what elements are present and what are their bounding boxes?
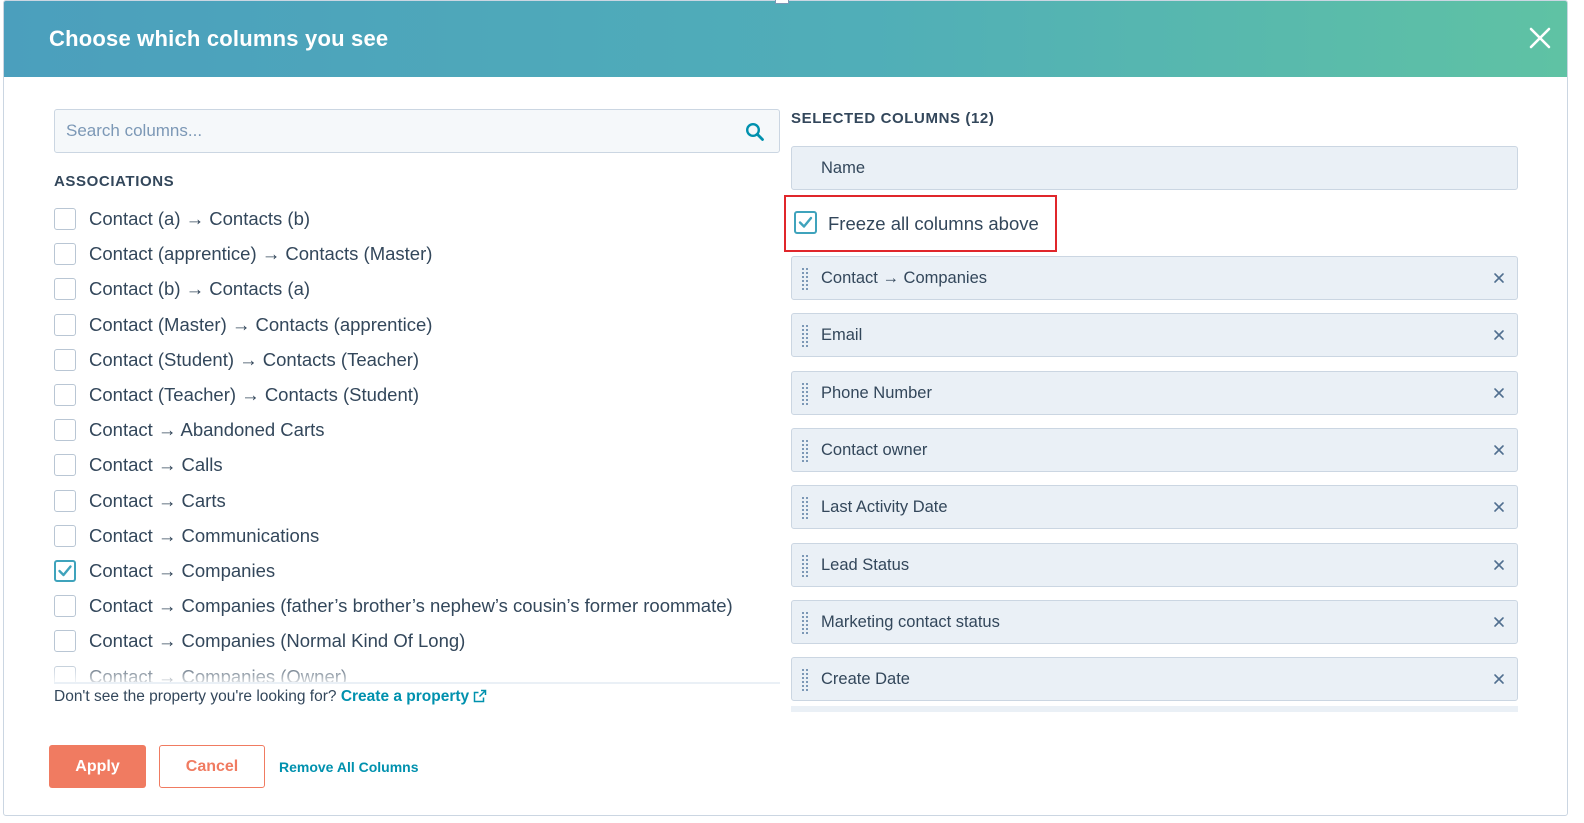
drag-handle-icon[interactable]	[802, 325, 808, 348]
association-item[interactable]: Contact (apprentice) → Contacts (Master)	[54, 239, 432, 269]
association-item[interactable]: Contact → Companies (Owner)	[54, 662, 347, 684]
checkbox[interactable]	[54, 384, 76, 406]
checkbox[interactable]	[54, 454, 76, 477]
column-label: Marketing contact status	[821, 612, 1000, 631]
checkbox[interactable]	[54, 419, 76, 442]
association-item[interactable]: Contact (b) → Contacts (a)	[54, 274, 310, 304]
drag-handle-icon[interactable]	[802, 554, 808, 577]
association-label[interactable]: Contact (Teacher) → Contacts (Student)	[89, 384, 419, 406]
checkbox[interactable]	[54, 595, 76, 618]
association-label[interactable]: Contact → Abandoned Carts	[89, 419, 325, 441]
selected-column-item[interactable]: Contact → Companies	[791, 256, 1518, 300]
remove-column-icon[interactable]	[1491, 442, 1507, 458]
associations-list[interactable]: Contact (a) → Contacts (b) Contact (appre…	[54, 200, 780, 684]
selected-column-item[interactable]: Phone Number	[791, 370, 1518, 415]
list-divider	[54, 682, 780, 684]
fixed-column-name: Name	[791, 146, 1518, 190]
associations-heading: ASSOCIATIONS	[54, 173, 175, 190]
association-label[interactable]: Contact → Companies (father’s brother’s …	[89, 595, 733, 617]
association-item[interactable]: Contact → Companies (father’s brother’s …	[54, 591, 733, 621]
external-link-icon	[473, 689, 487, 708]
association-label[interactable]: Contact (apprentice) → Contacts (Master)	[89, 243, 432, 265]
association-label[interactable]: Contact → Communications	[89, 525, 319, 547]
search-field[interactable]	[54, 109, 780, 153]
association-item[interactable]: Contact → Abandoned Carts	[54, 415, 325, 445]
remove-column-icon[interactable]	[1491, 327, 1507, 343]
search-input[interactable]	[55, 110, 735, 152]
close-icon[interactable]	[1527, 25, 1553, 51]
drag-handle-icon[interactable]	[802, 497, 808, 520]
association-item[interactable]: Contact → Companies	[54, 556, 275, 586]
column-label: Contact → Companies	[821, 269, 987, 287]
remove-column-icon[interactable]	[1491, 499, 1507, 515]
column-chooser-modal: Choose which columns you see ASSOCIATION…	[3, 0, 1568, 816]
apply-button[interactable]: Apply	[49, 745, 146, 788]
column-label: Last Activity Date	[821, 498, 948, 517]
remove-column-icon[interactable]	[1491, 385, 1507, 401]
association-label[interactable]: Contact → Carts	[89, 490, 226, 512]
drag-handle-icon[interactable]	[802, 669, 808, 692]
checkbox[interactable]	[54, 489, 76, 512]
checkbox-checked[interactable]	[54, 560, 76, 582]
remove-column-icon[interactable]	[1491, 671, 1507, 687]
column-label: Name	[821, 159, 866, 177]
remove-all-columns-button[interactable]: Remove All Columns	[279, 759, 419, 775]
selected-column-item[interactable]: Create Date	[791, 657, 1518, 702]
drag-handle-icon[interactable]	[802, 439, 808, 462]
column-label: Contact owner	[821, 440, 928, 459]
association-label[interactable]: Contact → Calls	[89, 454, 223, 476]
checkbox[interactable]	[54, 348, 76, 371]
association-item[interactable]: Contact → Calls	[54, 450, 223, 480]
help-text: Don't see the property you're looking fo…	[54, 688, 487, 708]
create-property-link[interactable]: Create a property	[341, 688, 487, 705]
association-item[interactable]: Contact (Student) → Contacts (Teacher)	[54, 345, 419, 375]
checkbox[interactable]	[54, 630, 76, 653]
association-label[interactable]: Contact → Companies	[89, 560, 275, 582]
help-message: Don't see the property you're looking fo…	[54, 688, 337, 705]
checkbox[interactable]	[54, 524, 76, 547]
association-label[interactable]: Contact (a) → Contacts (b)	[89, 208, 310, 230]
remove-column-icon[interactable]	[1491, 270, 1507, 286]
association-item[interactable]: Contact → Companies (Normal Kind Of Long…	[54, 626, 465, 656]
freeze-columns-highlight: Freeze all columns above	[784, 195, 1057, 252]
remove-column-icon[interactable]	[1491, 557, 1507, 573]
drag-handle-icon[interactable]	[802, 268, 808, 290]
association-item[interactable]: Contact → Communications	[54, 521, 319, 551]
selected-columns-heading: SELECTED COLUMNS (12)	[791, 110, 995, 127]
association-label[interactable]: Contact (Student) → Contacts (Teacher)	[89, 349, 419, 371]
selected-column-item[interactable]: Email	[791, 313, 1518, 358]
selected-list-edge	[791, 706, 1518, 712]
checkbox[interactable]	[54, 278, 76, 301]
association-label[interactable]: Contact → Companies (Normal Kind Of Long…	[89, 630, 465, 652]
checkbox[interactable]	[54, 208, 76, 230]
association-label[interactable]: Contact (Master) → Contacts (apprentice)	[89, 314, 432, 336]
search-icon[interactable]	[745, 122, 765, 142]
selected-column-item[interactable]: Lead Status	[791, 542, 1518, 587]
selected-column-item[interactable]: Marketing contact status	[791, 599, 1518, 644]
create-property-label: Create a property	[340, 688, 470, 705]
resize-handle[interactable]	[775, 0, 789, 4]
column-label: Phone Number	[821, 383, 932, 402]
column-label: Email	[821, 326, 863, 345]
checkbox[interactable]	[54, 243, 76, 266]
association-item[interactable]: Contact (Teacher) → Contacts (Student)	[54, 380, 419, 410]
modal-header: Choose which columns you see	[4, 1, 1567, 77]
column-label: Lead Status	[821, 555, 910, 574]
modal-title: Choose which columns you see	[49, 26, 389, 51]
checkbox[interactable]	[54, 313, 76, 336]
selected-column-item[interactable]: Contact owner	[791, 427, 1518, 472]
cancel-button[interactable]: Cancel	[159, 745, 265, 788]
association-label[interactable]: Contact (b) → Contacts (a)	[89, 278, 310, 300]
column-label: Create Date	[821, 670, 910, 689]
freeze-columns-label[interactable]: Freeze all columns above	[828, 213, 1039, 235]
association-item[interactable]: Contact (Master) → Contacts (apprentice)	[54, 310, 432, 340]
freeze-columns-checkbox[interactable]	[794, 211, 817, 234]
association-item[interactable]: Contact (a) → Contacts (b)	[54, 204, 310, 234]
remove-column-icon[interactable]	[1491, 614, 1507, 630]
drag-handle-icon[interactable]	[802, 382, 808, 405]
association-item[interactable]: Contact → Carts	[54, 486, 226, 516]
drag-handle-icon[interactable]	[802, 611, 808, 634]
selected-column-item[interactable]: Last Activity Date	[791, 485, 1518, 530]
